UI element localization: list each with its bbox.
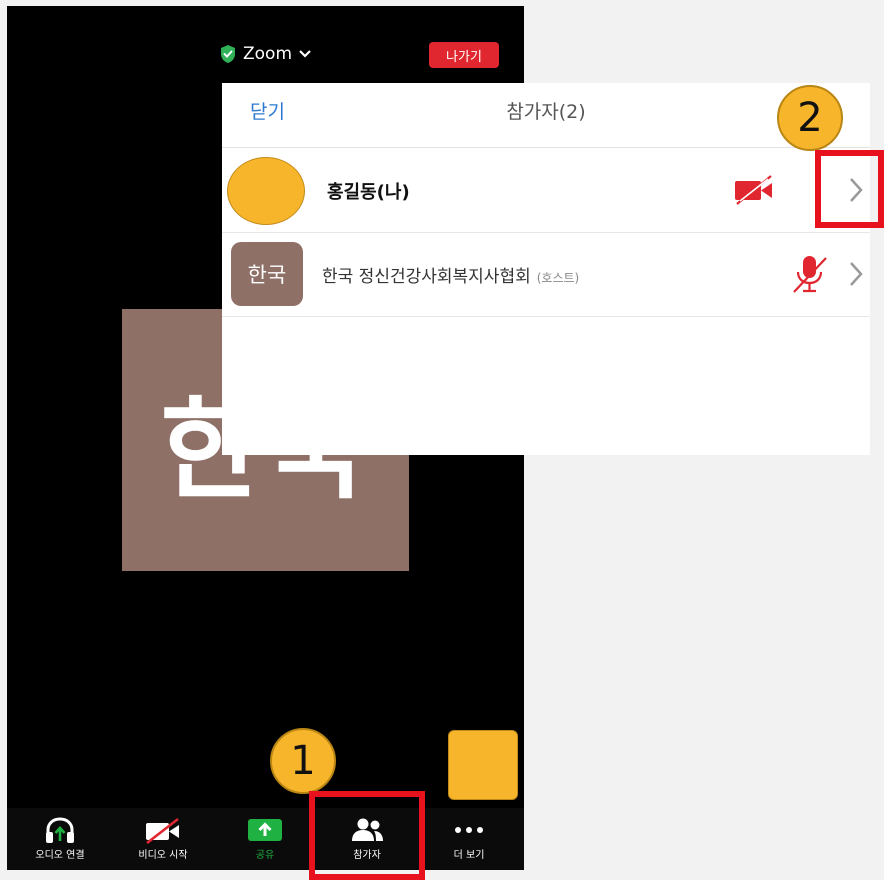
avatar <box>227 157 305 225</box>
chevron-right-icon[interactable] <box>846 260 866 288</box>
bottom-toolbar: 오디오 연결 비디오 시작 공유 참가자 더 보기 <box>7 808 524 870</box>
step-badge-1: 1 <box>270 728 336 794</box>
start-video-button[interactable]: 비디오 시작 <box>113 816 213 866</box>
participant-row-self[interactable]: 홍길동(나) <box>222 148 870 233</box>
chevron-down-icon <box>299 50 311 58</box>
highlight-box-chevron <box>815 150 884 228</box>
mic-off-icon <box>793 256 827 293</box>
more-button[interactable]: 더 보기 <box>419 816 519 866</box>
self-video-thumbnail[interactable] <box>448 730 518 800</box>
meeting-top-bar: Zoom 나가기 <box>7 6 524 76</box>
share-label: 공유 <box>255 850 275 861</box>
step-badge-2: 2 <box>777 85 843 151</box>
more-label: 더 보기 <box>453 850 485 861</box>
close-button[interactable]: 닫기 <box>250 97 285 124</box>
audio-connect-button[interactable]: 오디오 연결 <box>10 816 110 866</box>
share-button[interactable]: 공유 <box>215 816 315 866</box>
headphones-icon <box>46 817 74 843</box>
more-icon <box>455 827 483 833</box>
video-off-icon <box>735 175 772 205</box>
participants-panel: 참가자(2) 닫기 홍길동(나) 한국 한국 정신건강사회복지사협회 (호스트) <box>222 83 870 455</box>
video-off-icon <box>146 817 179 844</box>
participant-name-text: 한국 정신건강사회복지사협회 <box>322 267 531 287</box>
host-tag: (호스트) <box>536 271 580 285</box>
participant-name: 홍길동(나) <box>327 182 410 203</box>
participant-name: 한국 정신건강사회복지사협회 (호스트) <box>322 262 579 287</box>
shield-check-icon <box>221 45 235 63</box>
start-video-label: 비디오 시작 <box>138 850 188 861</box>
avatar: 한국 <box>231 242 303 306</box>
share-icon <box>248 819 282 841</box>
panel-title: 참가자(2) <box>506 101 586 123</box>
leave-button[interactable]: 나가기 <box>429 42 499 68</box>
audio-connect-label: 오디오 연결 <box>35 850 85 861</box>
participant-row-host[interactable]: 한국 한국 정신건강사회복지사협회 (호스트) <box>222 232 870 317</box>
highlight-box-participants <box>309 791 425 880</box>
app-title: Zoom <box>243 44 293 64</box>
meeting-title[interactable]: Zoom <box>219 42 312 66</box>
panel-header: 참가자(2) 닫기 <box>222 83 870 148</box>
